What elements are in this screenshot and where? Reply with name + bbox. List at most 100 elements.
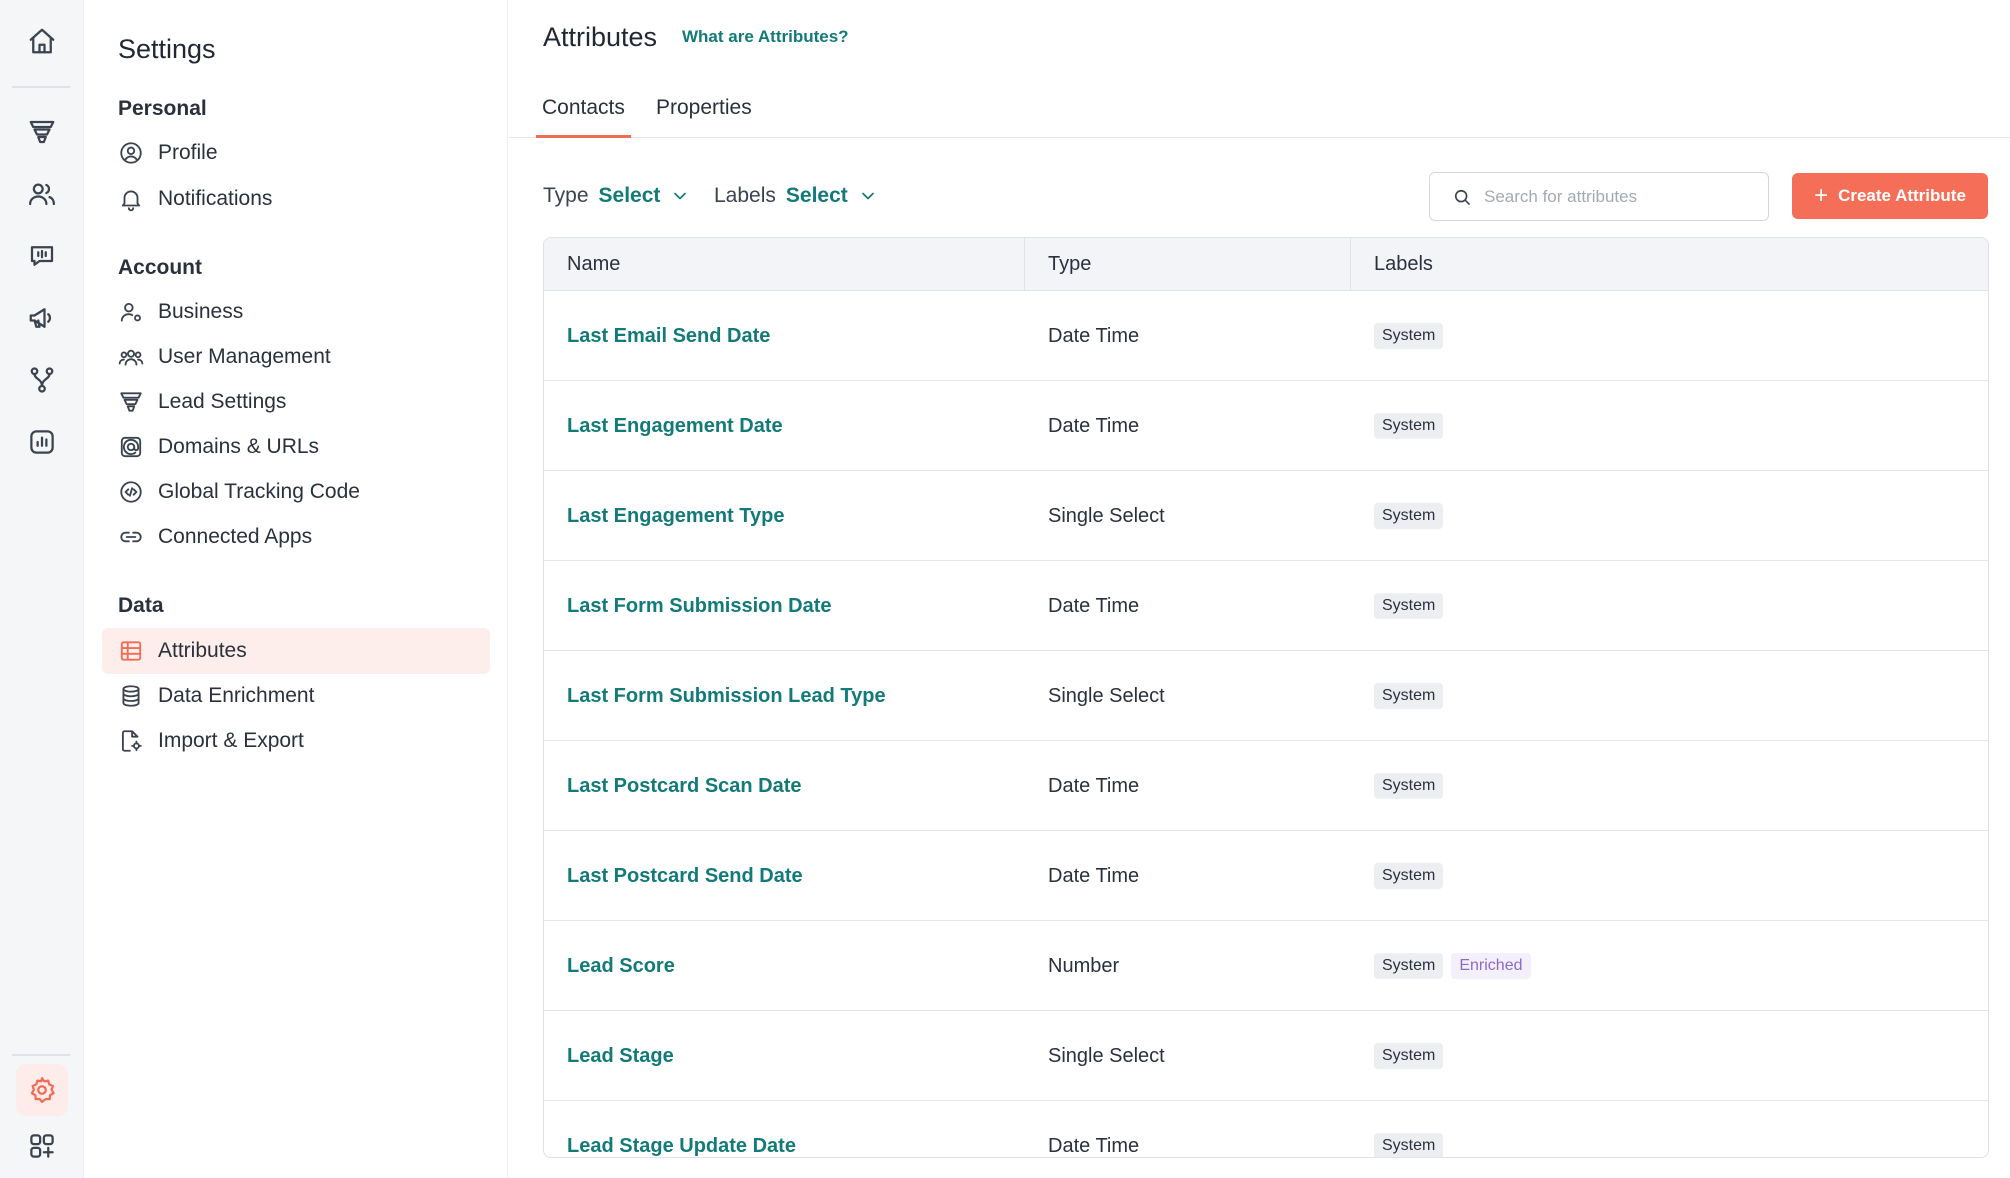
apps-button[interactable] xyxy=(16,1120,68,1172)
search-box[interactable] xyxy=(1429,172,1769,221)
plus-icon: + xyxy=(1814,182,1829,209)
contacts-button[interactable] xyxy=(16,168,68,220)
attribute-type: Date Time xyxy=(1048,414,1140,437)
section-heading-account: Account xyxy=(118,256,202,279)
table-header: Name Type Labels xyxy=(544,238,1988,291)
workflow-icon xyxy=(30,367,54,393)
workflows-button[interactable] xyxy=(16,354,68,406)
column-header-name[interactable]: Name xyxy=(544,238,1025,291)
attribute-type: Single Select xyxy=(1048,684,1165,707)
chevron-down-icon xyxy=(861,192,874,200)
chevron-down-icon xyxy=(674,192,687,200)
attribute-name-link[interactable]: Lead Stage Update Date xyxy=(567,1101,796,1157)
nav-item-label: Business xyxy=(158,300,244,323)
home-icon xyxy=(29,28,55,54)
attribute-name-link[interactable]: Lead Stage xyxy=(567,1011,674,1101)
attribute-name-link[interactable]: Lead Score xyxy=(567,921,675,1011)
table-row[interactable]: Lead Score Number System Enriched xyxy=(544,921,1988,1011)
label-badge: System xyxy=(1374,773,1444,799)
leads-button[interactable] xyxy=(16,106,68,158)
column-header-labels[interactable]: Labels xyxy=(1351,238,1988,291)
bell-icon xyxy=(121,190,141,212)
nav-item-label: Notifications xyxy=(158,187,273,210)
create-attribute-label: Create Attribute xyxy=(1838,186,1966,205)
table-row[interactable]: Last Postcard Scan Date Date Time System xyxy=(544,741,1988,831)
section-heading-data: Data xyxy=(118,594,164,617)
attribute-name-link[interactable]: Last Form Submission Date xyxy=(567,561,832,651)
nav-item-label: Lead Settings xyxy=(158,390,287,413)
attribute-name-link[interactable]: Last Postcard Send Date xyxy=(567,831,803,921)
nav-item-label: Attributes xyxy=(158,639,247,662)
rail-divider xyxy=(12,1054,70,1056)
attribute-labels: System xyxy=(1374,561,1451,651)
table-row[interactable]: Lead Stage Single Select System xyxy=(544,1011,1988,1101)
type-filter[interactable]: Type Select xyxy=(543,184,690,208)
column-header-type[interactable]: Type xyxy=(1025,238,1351,291)
attribute-name-link[interactable]: Last Form Submission Lead Type xyxy=(567,651,886,741)
user-circle-icon xyxy=(120,142,142,164)
attribute-name-link[interactable]: Last Engagement Date xyxy=(567,381,783,471)
labels-filter[interactable]: Labels Select xyxy=(714,184,878,208)
table-row[interactable]: Last Engagement Date Date Time System xyxy=(544,381,1988,471)
attribute-name-link[interactable]: Last Postcard Scan Date xyxy=(567,741,802,831)
nav-item-attributes[interactable]: Attributes xyxy=(102,628,490,674)
app-rail xyxy=(0,0,84,1178)
create-attribute-button[interactable]: + Create Attribute xyxy=(1792,173,1988,219)
main-content: Attributes What are Attributes? Contacts… xyxy=(509,0,2010,1178)
nav-item-import-export[interactable]: Import & Export xyxy=(102,718,490,764)
tab-bar: Contacts Properties xyxy=(509,84,2010,138)
label-badge: Enriched xyxy=(1451,953,1531,979)
file-gear-icon xyxy=(121,730,142,752)
label-badge: System xyxy=(1374,683,1444,709)
conversations-button[interactable] xyxy=(16,230,68,282)
attribute-labels: System xyxy=(1374,741,1451,831)
code-circle-icon xyxy=(120,481,142,503)
megaphone-icon xyxy=(29,308,51,328)
nav-item-notifications[interactable]: Notifications xyxy=(102,176,490,222)
home-button[interactable] xyxy=(16,15,68,67)
table-row[interactable]: Last Form Submission Lead Type Single Sel… xyxy=(544,651,1988,741)
what-are-attributes-link[interactable]: What are Attributes? xyxy=(682,27,849,47)
table-row[interactable]: Last Email Send Date Date Time System xyxy=(544,291,1988,381)
nav-item-profile[interactable]: Profile xyxy=(102,130,490,176)
nav-item-data-enrichment[interactable]: Data Enrichment xyxy=(102,673,490,719)
settings-button[interactable] xyxy=(16,1064,68,1116)
at-sign-icon xyxy=(120,436,142,458)
attribute-labels: System xyxy=(1374,471,1451,561)
settings-title: Settings xyxy=(118,34,216,64)
attribute-labels: System xyxy=(1374,381,1451,471)
search-input[interactable] xyxy=(1484,186,1754,207)
label-badge: System xyxy=(1374,953,1444,979)
labels-filter-label: Labels xyxy=(714,184,776,207)
nav-item-global-tracking-code[interactable]: Global Tracking Code xyxy=(102,469,490,515)
table-row[interactable]: Last Form Submission Date Date Time System xyxy=(544,561,1988,651)
attribute-labels: System xyxy=(1374,831,1451,921)
apps-icon xyxy=(30,1134,54,1158)
table-row[interactable]: Lead Stage Update Date Date Time System xyxy=(544,1101,1988,1157)
nav-item-label: Data Enrichment xyxy=(158,684,315,707)
attribute-labels: System xyxy=(1374,291,1451,381)
nav-item-connected-apps[interactable]: Connected Apps xyxy=(102,514,490,560)
nav-item-user-management[interactable]: User Management xyxy=(102,334,490,380)
attribute-labels: System xyxy=(1374,1011,1451,1101)
reports-button[interactable] xyxy=(16,416,68,468)
nav-item-lead-settings[interactable]: Lead Settings xyxy=(102,379,490,425)
attribute-name-link[interactable]: Last Engagement Type xyxy=(567,471,784,561)
attribute-type: Single Select xyxy=(1048,504,1165,527)
user-gear-icon xyxy=(120,302,141,322)
nav-item-domains-urls[interactable]: Domains & URLs xyxy=(102,424,490,470)
tab-contacts[interactable]: Contacts xyxy=(536,96,631,138)
campaigns-button[interactable] xyxy=(16,292,68,344)
type-filter-label: Type xyxy=(543,184,589,207)
attribute-type: Date Time xyxy=(1048,324,1140,347)
conversations-icon xyxy=(30,246,54,266)
label-badge: System xyxy=(1374,863,1444,889)
table-row[interactable]: Last Postcard Send Date Date Time System xyxy=(544,831,1988,921)
table-row[interactable]: Last Engagement Type Single Select System xyxy=(544,471,1988,561)
attribute-name-link[interactable]: Last Email Send Date xyxy=(567,291,770,381)
nav-item-business[interactable]: Business xyxy=(102,289,490,335)
type-filter-value: Select xyxy=(598,184,661,207)
tab-properties[interactable]: Properties xyxy=(656,96,752,138)
attribute-type: Date Time xyxy=(1048,774,1140,797)
funnel-icon xyxy=(120,392,142,412)
